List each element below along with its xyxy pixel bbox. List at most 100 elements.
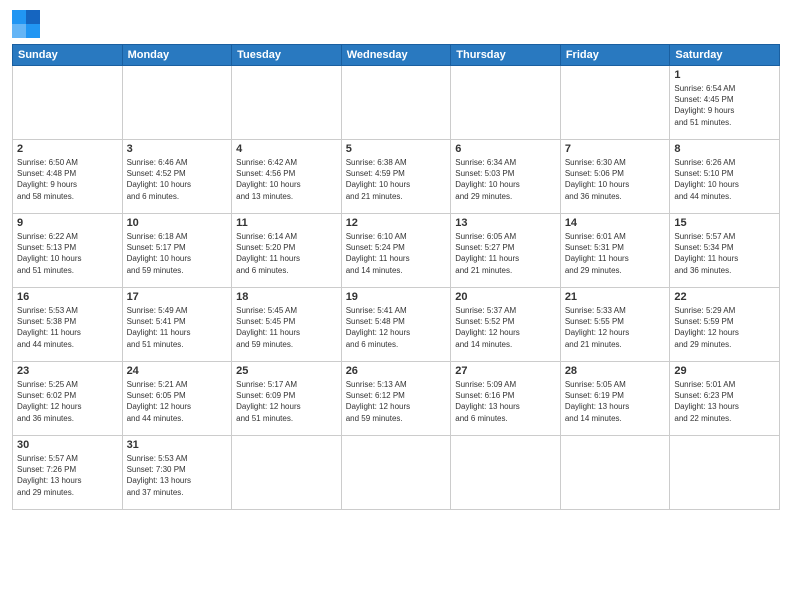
day-cell: 18 Sunrise: 5:45 AM Sunset: 5:45 PM Dayli… [232,288,342,362]
day-number: 3 [127,143,228,155]
weekday-header-monday: Monday [122,45,232,66]
day-info: Sunrise: 6:38 AM Sunset: 4:59 PM Dayligh… [346,157,447,202]
day-cell: 9 Sunrise: 6:22 AM Sunset: 5:13 PM Daylig… [13,214,123,288]
week-row-5: 23Sunrise: 5:25 AM Sunset: 6:02 PM Dayli… [13,362,780,436]
day-number: 19 [346,291,447,303]
day-info: Sunrise: 6:05 AM Sunset: 5:27 PM Dayligh… [455,231,556,276]
day-number: 8 [674,143,775,155]
calendar-table: SundayMondayTuesdayWednesdayThursdayFrid… [12,44,780,510]
day-info: Sunrise: 6:22 AM Sunset: 5:13 PM Dayligh… [17,231,118,276]
day-cell [670,436,780,510]
day-info: Sunrise: 5:53 AM Sunset: 7:30 PM Dayligh… [127,453,228,498]
day-cell [122,66,232,140]
day-number: 13 [455,217,556,229]
day-info: Sunrise: 5:01 AM Sunset: 6:23 PM Dayligh… [674,379,775,424]
day-number: 1 [674,69,775,81]
day-cell: 19 Sunrise: 5:41 AM Sunset: 5:48 PM Dayli… [341,288,451,362]
day-info: Sunrise: 5:57 AM Sunset: 5:34 PM Dayligh… [674,231,775,276]
day-info: Sunrise: 5:45 AM Sunset: 5:45 PM Dayligh… [236,305,337,350]
day-number: 21 [565,291,666,303]
day-info: Sunrise: 6:30 AM Sunset: 5:06 PM Dayligh… [565,157,666,202]
day-cell: 31Sunrise: 5:53 AM Sunset: 7:30 PM Dayli… [122,436,232,510]
day-info: Sunrise: 6:34 AM Sunset: 5:03 PM Dayligh… [455,157,556,202]
day-number: 28 [565,365,666,377]
day-info: Sunrise: 5:33 AM Sunset: 5:55 PM Dayligh… [565,305,666,350]
day-cell: 6 Sunrise: 6:34 AM Sunset: 5:03 PM Daylig… [451,140,561,214]
day-cell: 15 Sunrise: 5:57 AM Sunset: 5:34 PM Dayli… [670,214,780,288]
day-number: 16 [17,291,118,303]
day-cell [451,436,561,510]
day-cell: 12Sunrise: 6:10 AM Sunset: 5:24 PM Dayli… [341,214,451,288]
day-cell [560,436,670,510]
day-info: Sunrise: 5:13 AM Sunset: 6:12 PM Dayligh… [346,379,447,424]
day-info: Sunrise: 6:18 AM Sunset: 5:17 PM Dayligh… [127,231,228,276]
day-cell: 3 Sunrise: 6:46 AM Sunset: 4:52 PM Daylig… [122,140,232,214]
weekday-header-thursday: Thursday [451,45,561,66]
day-info: Sunrise: 5:49 AM Sunset: 5:41 PM Dayligh… [127,305,228,350]
day-number: 30 [17,439,118,451]
week-row-3: 9 Sunrise: 6:22 AM Sunset: 5:13 PM Daylig… [13,214,780,288]
day-cell: 1Sunrise: 6:54 AM Sunset: 4:45 PM Daylig… [670,66,780,140]
day-number: 24 [127,365,228,377]
day-info: Sunrise: 5:57 AM Sunset: 7:26 PM Dayligh… [17,453,118,498]
day-cell: 21 Sunrise: 5:33 AM Sunset: 5:55 PM Dayli… [560,288,670,362]
day-cell [341,436,451,510]
day-info: Sunrise: 6:42 AM Sunset: 4:56 PM Dayligh… [236,157,337,202]
day-number: 25 [236,365,337,377]
day-info: Sunrise: 5:25 AM Sunset: 6:02 PM Dayligh… [17,379,118,424]
week-row-6: 30 Sunrise: 5:57 AM Sunset: 7:26 PM Dayli… [13,436,780,510]
day-number: 14 [565,217,666,229]
day-info: Sunrise: 5:09 AM Sunset: 6:16 PM Dayligh… [455,379,556,424]
day-info: Sunrise: 6:26 AM Sunset: 5:10 PM Dayligh… [674,157,775,202]
day-cell [560,66,670,140]
day-cell: 8 Sunrise: 6:26 AM Sunset: 5:10 PM Daylig… [670,140,780,214]
day-info: Sunrise: 5:29 AM Sunset: 5:59 PM Dayligh… [674,305,775,350]
day-number: 17 [127,291,228,303]
day-number: 9 [17,217,118,229]
day-cell: 7 Sunrise: 6:30 AM Sunset: 5:06 PM Daylig… [560,140,670,214]
day-info: Sunrise: 5:05 AM Sunset: 6:19 PM Dayligh… [565,379,666,424]
day-cell: 10 Sunrise: 6:18 AM Sunset: 5:17 PM Dayli… [122,214,232,288]
day-cell: 29 Sunrise: 5:01 AM Sunset: 6:23 PM Dayli… [670,362,780,436]
day-cell [13,66,123,140]
day-cell: 2Sunrise: 6:50 AM Sunset: 4:48 PM Daylig… [13,140,123,214]
day-number: 15 [674,217,775,229]
weekday-header-saturday: Saturday [670,45,780,66]
day-number: 27 [455,365,556,377]
day-number: 29 [674,365,775,377]
day-cell [232,436,342,510]
day-number: 7 [565,143,666,155]
day-info: Sunrise: 6:01 AM Sunset: 5:31 PM Dayligh… [565,231,666,276]
day-cell: 28 Sunrise: 5:05 AM Sunset: 6:19 PM Dayli… [560,362,670,436]
day-cell: 13 Sunrise: 6:05 AM Sunset: 5:27 PM Dayli… [451,214,561,288]
day-info: Sunrise: 5:53 AM Sunset: 5:38 PM Dayligh… [17,305,118,350]
day-info: Sunrise: 6:14 AM Sunset: 5:20 PM Dayligh… [236,231,337,276]
day-cell: 16 Sunrise: 5:53 AM Sunset: 5:38 PM Dayli… [13,288,123,362]
day-cell: 5Sunrise: 6:38 AM Sunset: 4:59 PM Daylig… [341,140,451,214]
day-info: Sunrise: 6:46 AM Sunset: 4:52 PM Dayligh… [127,157,228,202]
day-info: Sunrise: 6:10 AM Sunset: 5:24 PM Dayligh… [346,231,447,276]
weekday-header-tuesday: Tuesday [232,45,342,66]
day-number: 11 [236,217,337,229]
week-row-2: 2Sunrise: 6:50 AM Sunset: 4:48 PM Daylig… [13,140,780,214]
day-cell: 27 Sunrise: 5:09 AM Sunset: 6:16 PM Dayli… [451,362,561,436]
day-number: 4 [236,143,337,155]
day-cell: 14 Sunrise: 6:01 AM Sunset: 5:31 PM Dayli… [560,214,670,288]
day-cell: 22Sunrise: 5:29 AM Sunset: 5:59 PM Dayli… [670,288,780,362]
day-info: Sunrise: 5:41 AM Sunset: 5:48 PM Dayligh… [346,305,447,350]
logo [12,10,44,38]
day-number: 26 [346,365,447,377]
day-cell: 30 Sunrise: 5:57 AM Sunset: 7:26 PM Dayli… [13,436,123,510]
week-row-4: 16 Sunrise: 5:53 AM Sunset: 5:38 PM Dayli… [13,288,780,362]
day-info: Sunrise: 5:17 AM Sunset: 6:09 PM Dayligh… [236,379,337,424]
calendar-page: SundayMondayTuesdayWednesdayThursdayFrid… [0,0,792,612]
day-number: 10 [127,217,228,229]
day-number: 18 [236,291,337,303]
day-info: Sunrise: 5:37 AM Sunset: 5:52 PM Dayligh… [455,305,556,350]
weekday-header-sunday: Sunday [13,45,123,66]
weekday-header-wednesday: Wednesday [341,45,451,66]
day-cell: 11 Sunrise: 6:14 AM Sunset: 5:20 PM Dayli… [232,214,342,288]
week-row-1: 1Sunrise: 6:54 AM Sunset: 4:45 PM Daylig… [13,66,780,140]
day-number: 2 [17,143,118,155]
day-number: 6 [455,143,556,155]
